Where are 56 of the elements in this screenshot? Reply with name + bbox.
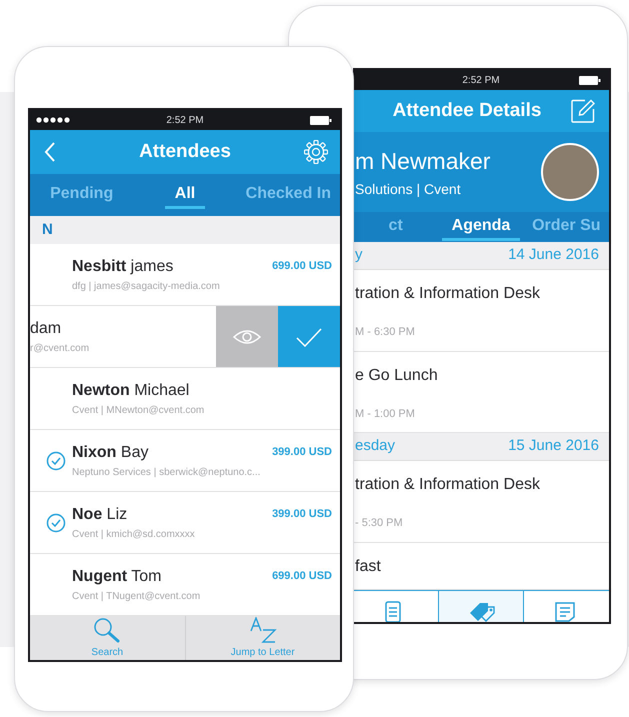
attendee-name: Nesbitt james: [72, 257, 174, 277]
session-title: e Go Lunch: [355, 366, 439, 386]
view-button[interactable]: [216, 306, 278, 367]
tab[interactable]: All: [133, 174, 237, 216]
screen-title: Attendee Details: [392, 98, 542, 123]
session-time: M - 1:00 PM: [355, 406, 416, 422]
attendee-name: Newton Michael: [72, 381, 190, 401]
sort-icon: [248, 617, 277, 643]
date-label: 14 June 2016: [508, 245, 599, 266]
attendee-name: Nugent Tom: [72, 567, 162, 587]
tab[interactable]: ct: [353, 212, 438, 242]
attendee-detail: r@cvent.com: [30, 342, 90, 356]
section-letter: N: [42, 220, 53, 240]
eye-icon: [233, 328, 261, 344]
status-time: 2:52 PM: [462, 74, 500, 88]
profile-company: Solutions | Cvent: [355, 180, 462, 199]
attendee-name: Noe Liz: [72, 505, 128, 525]
settings-icon[interactable]: [304, 140, 328, 164]
attendee-detail: Cvent | kmich@sd.comxxxx: [72, 528, 196, 542]
profile-name: m Newmaker: [355, 147, 492, 176]
date-label: 15 June 2016: [508, 436, 599, 456]
session-time: - 5:30 PM: [355, 516, 404, 531]
attendee-detail: Cvent | MNewton@cvent.com: [72, 404, 206, 418]
check-in-button[interactable]: [278, 306, 340, 367]
signal-icon: [36, 117, 72, 123]
battery-icon: [579, 76, 601, 84]
session-title: fast: [355, 556, 382, 576]
price: 699.00 USD: [272, 259, 332, 274]
tab[interactable]: Order Su: [524, 212, 609, 242]
attendee-detail: Cvent | TNugent@cvent.com: [72, 590, 202, 604]
session-title: tration & Information Desk: [355, 475, 541, 495]
back-icon[interactable]: [44, 142, 56, 162]
price: 699.00 USD: [272, 569, 332, 584]
edit-icon[interactable]: [571, 99, 595, 123]
tab[interactable]: Checked In: [236, 174, 340, 216]
price: 399.00 USD: [272, 445, 332, 460]
day-label: esday: [355, 436, 396, 456]
price: 399.00 USD: [272, 507, 332, 522]
check-circle-icon[interactable]: [46, 450, 66, 470]
tab-button[interactable]: [438, 590, 524, 622]
search-icon: [93, 617, 122, 643]
battery-icon: [310, 116, 332, 124]
session-title: tration & Information Desk: [355, 284, 541, 304]
toolbar-button[interactable]: Search: [30, 616, 184, 660]
attendee-detail: dfg | james@sagacity-media.com: [72, 280, 221, 294]
check-circle-icon[interactable]: [46, 512, 66, 532]
status-time: 2:52 PM: [166, 114, 204, 128]
attendee-name: Nixon Bay: [72, 443, 150, 463]
session-time: M - 6:30 PM: [355, 325, 416, 340]
tab[interactable]: Pending: [30, 174, 134, 216]
day-label: y: [355, 245, 362, 266]
attendee-name: dam: [30, 319, 62, 339]
toolbar-button[interactable]: Jump to Letter: [184, 616, 340, 660]
screen-title: Attendees: [139, 140, 231, 164]
checkmark-icon: [295, 326, 323, 346]
attendee-detail: Neptuno Services | sberwick@neptuno.c...: [72, 466, 262, 480]
